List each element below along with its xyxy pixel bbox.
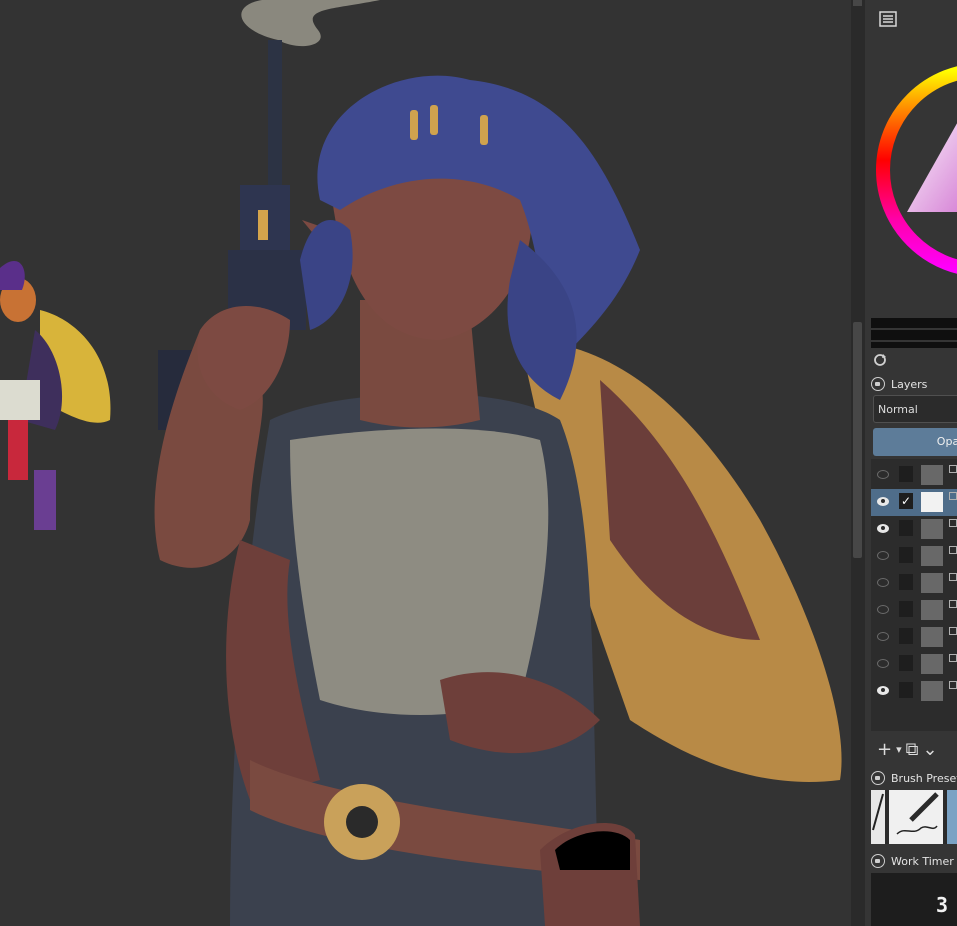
work-timer-title: Work Timer xyxy=(891,854,954,868)
canvas-vertical-scrollbar[interactable] xyxy=(851,0,865,926)
eye-icon[interactable] xyxy=(877,605,889,614)
brush-preset-tile-selected[interactable] xyxy=(947,790,957,844)
layer-thumbnail xyxy=(921,546,943,566)
eye-icon[interactable] xyxy=(877,551,889,560)
brush-presets-list[interactable] xyxy=(871,790,957,844)
lock-icon[interactable] xyxy=(871,854,885,868)
layer-properties-icon[interactable] xyxy=(949,654,957,662)
layer-row[interactable] xyxy=(871,678,957,705)
opacity-slider[interactable]: Opa xyxy=(873,428,957,456)
scrollbar-top-marker xyxy=(853,0,862,6)
layer-row[interactable] xyxy=(871,570,957,597)
layer-row[interactable] xyxy=(871,597,957,624)
drawing-canvas[interactable] xyxy=(0,0,851,926)
brush-preset-tile[interactable] xyxy=(889,790,943,844)
brush-preset-tile[interactable] xyxy=(871,790,885,844)
eye-icon[interactable] xyxy=(877,524,889,533)
lock-icon[interactable] xyxy=(871,377,885,391)
panel-list-icon[interactable] xyxy=(879,10,897,28)
lock-icon[interactable] xyxy=(871,771,885,785)
layer-thumbnail xyxy=(921,519,943,539)
duplicate-layer-icon[interactable]: ⧉ xyxy=(906,739,919,760)
color-history-strip-3[interactable] xyxy=(871,342,957,348)
eye-icon[interactable] xyxy=(877,659,889,668)
layer-thumbnail xyxy=(921,492,943,512)
layer-checkbox[interactable] xyxy=(899,682,913,698)
add-layer-dropdown-icon[interactable]: ▾ xyxy=(896,743,902,756)
layer-row[interactable] xyxy=(871,651,957,678)
eye-icon[interactable] xyxy=(877,686,889,695)
layer-row[interactable] xyxy=(871,516,957,543)
layer-thumbnail xyxy=(921,600,943,620)
layer-thumbnail xyxy=(921,465,943,485)
small-character-sketch xyxy=(0,260,111,530)
artwork-illustration xyxy=(0,0,842,926)
add-layer-icon[interactable]: + xyxy=(877,739,892,760)
layer-row[interactable] xyxy=(871,543,957,570)
layer-properties-icon[interactable] xyxy=(949,492,957,500)
layer-row[interactable] xyxy=(871,624,957,651)
layers-panel-header: Layers xyxy=(871,373,957,395)
layer-properties-icon[interactable] xyxy=(949,546,957,554)
layer-checkbox[interactable]: ✓ xyxy=(899,493,913,509)
layer-checkbox[interactable] xyxy=(899,574,913,590)
eye-icon[interactable] xyxy=(877,497,889,506)
work-timer-value: 3 xyxy=(936,893,949,917)
opacity-label: Opa xyxy=(936,435,957,448)
brush-presets-title: Brush Preset xyxy=(891,771,957,785)
refresh-icon[interactable] xyxy=(873,353,887,367)
layer-toolbar: + ▾ ⧉ ⌄ xyxy=(877,738,957,760)
layer-properties-icon[interactable] xyxy=(949,519,957,527)
layer-thumbnail xyxy=(921,654,943,674)
layer-thumbnail xyxy=(921,681,943,701)
scrollbar-thumb[interactable] xyxy=(853,322,862,558)
layer-checkbox[interactable] xyxy=(899,601,913,617)
layer-thumbnail xyxy=(921,627,943,647)
layer-properties-icon[interactable] xyxy=(949,627,957,635)
more-options-icon[interactable]: ⌄ xyxy=(922,739,937,760)
layer-checkbox[interactable] xyxy=(899,628,913,644)
brush-presets-header: Brush Preset xyxy=(871,767,957,789)
color-history-strip-2[interactable] xyxy=(871,330,957,340)
layer-properties-icon[interactable] xyxy=(949,600,957,608)
color-selector-wheel[interactable] xyxy=(871,40,957,280)
blend-mode-select[interactable]: Normal xyxy=(873,395,957,423)
right-dock-panel: Layers Normal Opa ✓ + ▾ ⧉ ⌄ Brush Preset… xyxy=(865,0,957,926)
eye-icon[interactable] xyxy=(877,632,889,641)
eye-icon[interactable] xyxy=(877,470,889,479)
work-timer-display: 3 xyxy=(871,873,957,926)
layer-checkbox[interactable] xyxy=(899,466,913,482)
layers-panel-title: Layers xyxy=(891,377,928,391)
layer-row[interactable]: ✓ xyxy=(871,489,957,516)
layers-list[interactable]: ✓ xyxy=(871,459,957,731)
layer-row[interactable] xyxy=(871,462,957,489)
layer-checkbox[interactable] xyxy=(899,655,913,671)
layer-properties-icon[interactable] xyxy=(949,465,957,473)
layer-properties-icon[interactable] xyxy=(949,573,957,581)
eye-icon[interactable] xyxy=(877,578,889,587)
layer-checkbox[interactable] xyxy=(899,547,913,563)
layer-checkbox[interactable] xyxy=(899,520,913,536)
work-timer-header: Work Timer xyxy=(871,850,957,872)
layer-properties-icon[interactable] xyxy=(949,681,957,689)
color-history-strip[interactable] xyxy=(871,318,957,328)
layer-thumbnail xyxy=(921,573,943,593)
